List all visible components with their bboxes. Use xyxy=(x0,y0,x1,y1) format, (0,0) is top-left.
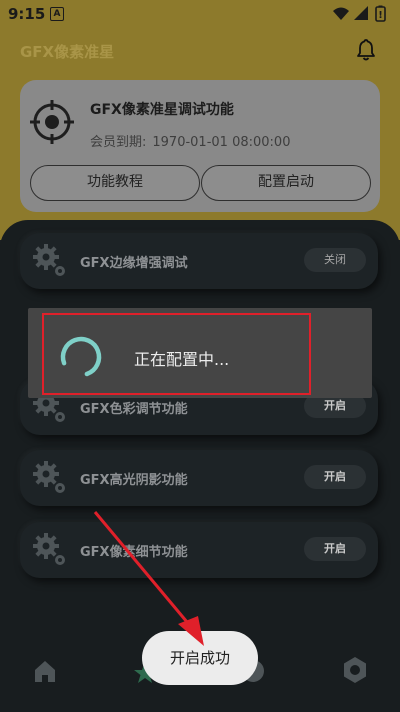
notification-icon: A xyxy=(50,7,64,21)
feature-edge-enhance: GFX边缘增强调试 关闭 xyxy=(20,233,378,289)
wifi-icon xyxy=(333,7,349,20)
app-title: GFX像素准星 xyxy=(20,43,115,61)
status-icons: ! xyxy=(333,5,386,22)
config-start-button[interactable]: 配置启动 xyxy=(201,165,371,201)
toggle-button[interactable]: 开启 xyxy=(304,465,366,489)
bell-icon[interactable] xyxy=(354,38,378,62)
gear-icon xyxy=(33,244,65,276)
dialog-highlight-box xyxy=(42,313,311,395)
crosshair-icon xyxy=(30,100,74,144)
gear-icon xyxy=(33,533,65,565)
hexagon-settings-icon[interactable] xyxy=(340,655,370,685)
gear-icon xyxy=(33,461,65,493)
home-icon[interactable] xyxy=(32,658,58,684)
signal-icon xyxy=(354,6,368,20)
svg-text:!: ! xyxy=(378,10,383,21)
feature-card: GFX像素准星调试功能 会员到期: 1970-01-01 08:00:00 功能教… xyxy=(20,80,380,212)
member-expiry-value: 1970-01-01 08:00:00 xyxy=(152,135,291,150)
feature-highlight-shadow: GFX高光阴影功能 开启 xyxy=(20,450,378,506)
feature-label: GFX高光阴影功能 xyxy=(80,473,188,488)
card-title: GFX像素准星调试功能 xyxy=(90,102,234,118)
feature-label: GFX边缘增强调试 xyxy=(80,256,188,271)
toggle-button[interactable]: 开启 xyxy=(304,537,366,561)
status-time: 9:15 xyxy=(8,5,46,23)
tutorial-button[interactable]: 功能教程 xyxy=(30,165,200,201)
feature-label: GFX色彩调节功能 xyxy=(80,402,188,417)
success-toast: 开启成功 xyxy=(142,631,258,685)
toggle-button[interactable]: 关闭 xyxy=(304,248,366,272)
feature-label: GFX像素细节功能 xyxy=(80,545,188,560)
feature-pixel-detail: GFX像素细节功能 开启 xyxy=(20,522,378,578)
status-bar: 9:15 A ! xyxy=(0,0,400,28)
member-expiry-label: 会员到期: xyxy=(90,135,147,150)
member-expiry: 会员到期: 1970-01-01 08:00:00 xyxy=(90,131,296,150)
